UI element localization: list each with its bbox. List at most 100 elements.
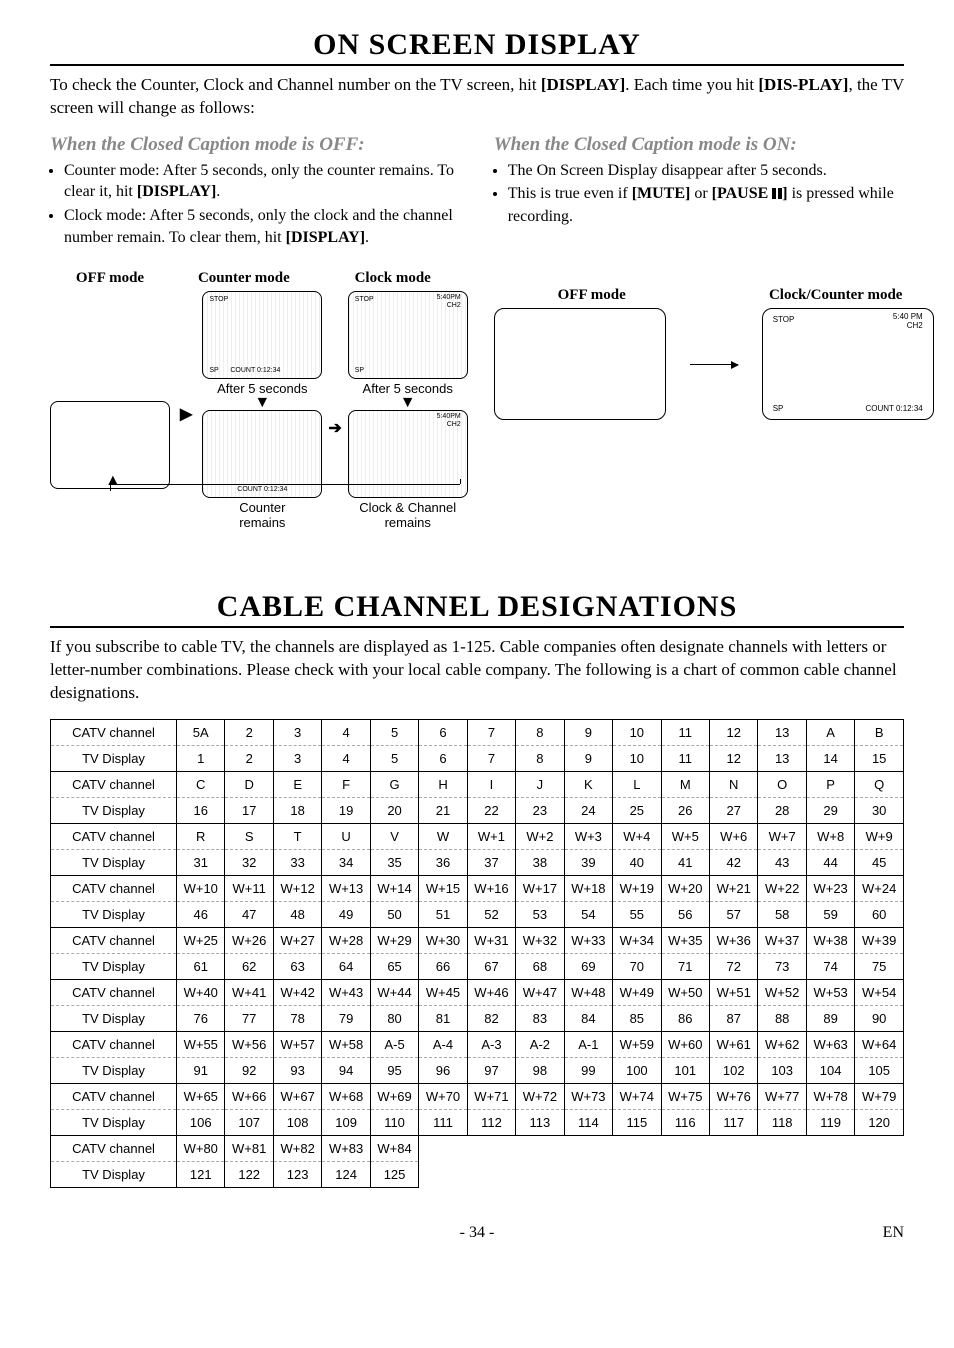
arrow-right-icon: [690, 364, 738, 365]
cc-off-list: Counter mode: After 5 seconds, only the …: [64, 160, 468, 248]
tv-cell: 91: [177, 1058, 225, 1084]
cc-off-heading: When the Closed Caption mode is OFF:: [50, 134, 468, 156]
row-label-tv: TV Display: [51, 1162, 177, 1188]
catv-cell: W+9: [855, 824, 904, 850]
catv-cell: W+61: [710, 1032, 758, 1058]
catv-cell: W+53: [806, 980, 854, 1006]
catv-cell: I: [467, 772, 515, 798]
counter-col: STOP SP COUNT 0:12:34 After 5 seconds ▼ …: [202, 291, 322, 530]
row-label-catv: CATV channel: [51, 1084, 177, 1110]
catv-cell: W+16: [467, 876, 515, 902]
tv-cell: 90: [855, 1006, 904, 1032]
tv-cell: 24: [564, 798, 612, 824]
tv-cell: 66: [419, 954, 467, 980]
tv-cell: 67: [467, 954, 515, 980]
page-title-osd: ON SCREEN DISPLAY: [50, 28, 904, 62]
tv-cell: 64: [322, 954, 370, 980]
tv-cell: 76: [177, 1006, 225, 1032]
catv-cell: 9: [564, 720, 612, 746]
tv-cell: 8: [516, 746, 564, 772]
catv-cell: W+36: [710, 928, 758, 954]
catv-cell: J: [516, 772, 564, 798]
catv-cell: W+23: [806, 876, 854, 902]
catv-cell: W+44: [370, 980, 418, 1006]
tv-cell: 39: [564, 850, 612, 876]
tv-cell: 35: [370, 850, 418, 876]
catv-cell: A-2: [516, 1032, 564, 1058]
text: Clock mode: After 5 seconds, only the cl…: [64, 207, 453, 246]
catv-cell: W+49: [613, 980, 661, 1006]
catv-cell: W+15: [419, 876, 467, 902]
catv-cell: W+79: [855, 1084, 904, 1110]
tv-cell: 7: [467, 746, 515, 772]
tv-cell: 87: [710, 1006, 758, 1032]
tv-cell: 45: [855, 850, 904, 876]
catv-cell: W+51: [710, 980, 758, 1006]
tv-cell: 99: [564, 1058, 612, 1084]
tv-cell: 117: [710, 1110, 758, 1136]
tv-cell: 1: [177, 746, 225, 772]
catv-cell: W+59: [613, 1032, 661, 1058]
tv-cell: 120: [855, 1110, 904, 1136]
catv-cell: W+38: [806, 928, 854, 954]
tv-cell: 11: [661, 746, 709, 772]
tv-sp-count: SP COUNT 0:12:34: [209, 367, 280, 374]
catv-cell: 10: [613, 720, 661, 746]
catv-cell: A-1: [564, 1032, 612, 1058]
catv-cell: W+27: [273, 928, 321, 954]
catv-cell: W+12: [273, 876, 321, 902]
tv-cell: 59: [806, 902, 854, 928]
row-label-catv: CATV channel: [51, 928, 177, 954]
tv-cell: 82: [467, 1006, 515, 1032]
tv-cell: 52: [467, 902, 515, 928]
catv-cell: W+72: [516, 1084, 564, 1110]
tv-cell: 57: [710, 902, 758, 928]
tv-cell: 31: [177, 850, 225, 876]
clock-mode-label: Clock mode: [318, 270, 468, 287]
tv-cell: 113: [516, 1110, 564, 1136]
tv-cell: 14: [806, 746, 854, 772]
catv-cell: W+41: [225, 980, 273, 1006]
page-number: - 34 -: [460, 1224, 495, 1241]
tv-cell: 101: [661, 1058, 709, 1084]
tv-cell: 60: [855, 902, 904, 928]
catv-cell: W+11: [225, 876, 273, 902]
tv-cell: 86: [661, 1006, 709, 1032]
tv-cell: 124: [322, 1162, 370, 1188]
tv-cell: 105: [855, 1058, 904, 1084]
counter-mode-label: Counter mode: [170, 270, 318, 287]
tv-cell: 63: [273, 954, 321, 980]
tv-cell: 3: [273, 746, 321, 772]
catv-cell: W+32: [516, 928, 564, 954]
clock-tv-top: STOP 5:40PMCH2 SP: [348, 291, 468, 379]
catv-cell: W+54: [855, 980, 904, 1006]
catv-cell: W+64: [855, 1032, 904, 1058]
cc-on-heading: When the Closed Caption mode is ON:: [494, 134, 934, 156]
cc-on-item-2: This is true even if [MUTE] or [PAUSE ] …: [508, 183, 934, 227]
catv-cell: W+25: [177, 928, 225, 954]
catv-cell: W+4: [613, 824, 661, 850]
catv-cell: W+14: [370, 876, 418, 902]
catv-cell: W+52: [758, 980, 806, 1006]
catv-cell: W+57: [273, 1032, 321, 1058]
catv-cell: V: [370, 824, 418, 850]
catv-cell: W+77: [758, 1084, 806, 1110]
tv-time: 5:40PMCH2: [437, 294, 461, 309]
catv-cell: A: [806, 720, 854, 746]
page-title-catv: CABLE CHANNEL DESIGNATIONS: [50, 590, 904, 624]
on-clock-mode-label: Clock/Counter mode: [738, 287, 934, 304]
tv-cell: 21: [419, 798, 467, 824]
catv-cell: W+1: [467, 824, 515, 850]
row-label-tv: TV Display: [51, 1006, 177, 1032]
catv-cell: W+6: [710, 824, 758, 850]
catv-cell: W+63: [806, 1032, 854, 1058]
tv-cell: 55: [613, 902, 661, 928]
tv-cell: 116: [661, 1110, 709, 1136]
tv-cell: 61: [177, 954, 225, 980]
on-diagram: STOP 5:40 PMCH2 SPCOUNT 0:12:34: [494, 308, 934, 420]
catv-cell: W+29: [370, 928, 418, 954]
catv-cell: W+7: [758, 824, 806, 850]
catv-cell: W+45: [419, 980, 467, 1006]
catv-cell: A-4: [419, 1032, 467, 1058]
tv-cell: 54: [564, 902, 612, 928]
